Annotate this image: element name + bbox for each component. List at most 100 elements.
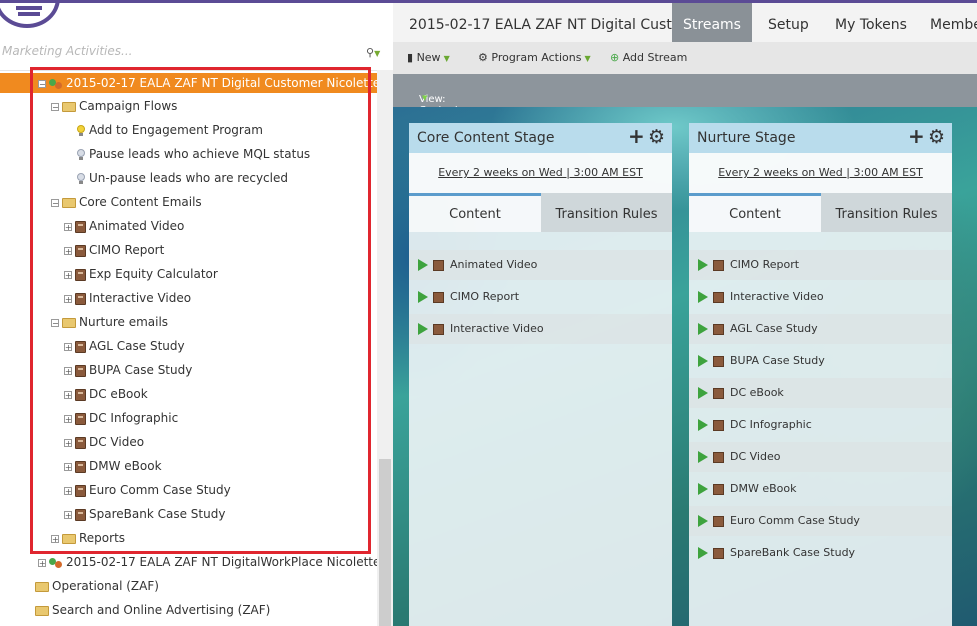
play-icon[interactable] [698, 259, 708, 271]
stream-content-label: Animated Video [450, 258, 538, 271]
tree-row[interactable]: Search and Online Advertising (ZAF) [35, 600, 270, 620]
program-actions-button[interactable]: ⚙ Program Actions ▼ [478, 51, 591, 64]
program-actions-icon: ⚙ [478, 51, 488, 64]
marketo-logo[interactable] [0, 0, 60, 28]
tree-row[interactable]: − Campaign Flows [51, 96, 177, 116]
tree-search-input[interactable]: Marketing Activities... [2, 44, 362, 58]
view-selector-bar[interactable]: View: Content▼ [393, 74, 977, 116]
stream-content-row[interactable]: BUPA Case Study [689, 346, 952, 376]
tree-row[interactable]: + Animated Video [64, 216, 184, 236]
tree-scrollbar-thumb[interactable] [379, 459, 391, 626]
expand-toggle-icon[interactable]: + [64, 510, 72, 519]
expand-toggle-icon[interactable]: + [64, 246, 72, 255]
tree-row[interactable]: + DC Video [64, 432, 144, 452]
expand-toggle-icon[interactable]: + [51, 534, 59, 543]
stream-schedule-link[interactable]: Every 2 weeks on Wed | 3:00 AM EST [409, 166, 672, 179]
tree-row-label: Reports [79, 531, 126, 545]
tab-setup[interactable]: Setup [768, 3, 809, 42]
tab-my-tokens[interactable]: My Tokens [835, 3, 907, 42]
stream-content-row[interactable]: DMW eBook [689, 474, 952, 504]
tree-row[interactable]: − Nurture emails [51, 312, 168, 332]
tree-row[interactable]: + BUPA Case Study [64, 360, 192, 380]
add-content-icon[interactable]: + [628, 126, 645, 146]
tab-program[interactable]: 2015-02-17 EALA ZAF NT Digital Custom... [409, 3, 707, 42]
play-icon[interactable] [698, 419, 708, 431]
play-icon[interactable] [698, 291, 708, 303]
stream-content-row[interactable]: DC Video [689, 442, 952, 472]
play-icon[interactable] [698, 323, 708, 335]
expand-toggle-icon[interactable]: + [64, 486, 72, 495]
tree-row[interactable]: + SpareBank Case Study [64, 504, 225, 524]
tab-transition-rules[interactable]: Transition Rules [541, 193, 672, 232]
tree-row[interactable]: + AGL Case Study [64, 336, 185, 356]
tree-row[interactable]: + DC eBook [64, 384, 148, 404]
expand-toggle-icon[interactable]: + [64, 438, 72, 447]
stream-content-row[interactable]: CIMO Report [409, 282, 672, 312]
tree-filter-button[interactable]: ⚲▼ [366, 46, 380, 59]
collapse-toggle-icon[interactable]: − [51, 198, 59, 207]
document-icon: ▮ [407, 51, 414, 64]
expand-toggle-icon[interactable]: + [64, 390, 72, 399]
add-content-icon[interactable]: + [908, 126, 925, 146]
tree-row[interactable]: − 2015-02-17 EALA ZAF NT Digital Customer… [0, 73, 388, 93]
play-icon[interactable] [698, 451, 708, 463]
tree-row[interactable]: Operational (ZAF) [35, 576, 159, 596]
tab-members[interactable]: Member [930, 3, 977, 42]
stream-content-row[interactable]: DC Infographic [689, 410, 952, 440]
stream-content-row[interactable]: Interactive Video [689, 282, 952, 312]
play-icon[interactable] [418, 259, 428, 271]
stream-content-row[interactable]: Animated Video [409, 250, 672, 280]
tree-row[interactable]: + Reports [51, 528, 125, 548]
collapse-toggle-icon[interactable]: − [51, 318, 59, 327]
stream-content-row[interactable]: Interactive Video [409, 314, 672, 344]
tree-row-label: Core Content Emails [79, 195, 202, 209]
tree-row-label: DC eBook [89, 387, 148, 401]
tree-row[interactable]: Un-pause leads who are recycled [76, 168, 288, 188]
add-stream-button[interactable]: ⊕ Add Stream [610, 51, 687, 64]
tree-row[interactable]: + Exp Equity Calculator [64, 264, 218, 284]
tree-row[interactable]: + Euro Comm Case Study [64, 480, 231, 500]
play-icon[interactable] [698, 355, 708, 367]
play-icon[interactable] [698, 483, 708, 495]
tree-row[interactable]: Add to Engagement Program [76, 120, 263, 140]
play-icon[interactable] [418, 323, 428, 335]
tree-row[interactable]: +2015-02-17 EALA ZAF NT DigitalWorkPlace… [38, 552, 388, 572]
expand-toggle-icon[interactable]: + [64, 294, 72, 303]
tab-transition-rules[interactable]: Transition Rules [821, 193, 952, 232]
new-button[interactable]: ▮ New ▼ [407, 51, 450, 64]
play-icon[interactable] [418, 291, 428, 303]
collapse-toggle-icon[interactable]: − [51, 102, 59, 111]
stream-content-row[interactable]: AGL Case Study [689, 314, 952, 344]
tree-row[interactable]: + DMW eBook [64, 456, 162, 476]
tree-row[interactable]: Pause leads who achieve MQL status [76, 144, 310, 164]
stream-content-row[interactable]: Euro Comm Case Study [689, 506, 952, 536]
tree-row-label: 2015-02-17 EALA ZAF NT Digital Customer … [66, 76, 388, 90]
expand-toggle-icon[interactable]: + [64, 414, 72, 423]
play-icon[interactable] [698, 547, 708, 559]
expand-toggle-icon[interactable]: + [64, 222, 72, 231]
collapse-toggle-icon[interactable]: − [38, 79, 46, 88]
divider [0, 70, 377, 71]
expand-toggle-icon[interactable]: + [64, 270, 72, 279]
expand-toggle-icon[interactable]: + [38, 558, 46, 567]
tab-content[interactable]: Content [689, 193, 821, 232]
tab-content[interactable]: Content [409, 193, 541, 232]
gear-icon[interactable]: ⚙ [928, 127, 945, 147]
play-icon[interactable] [698, 387, 708, 399]
pin-icon: ⚲ [366, 46, 375, 59]
stream-content-row[interactable]: CIMO Report [689, 250, 952, 280]
play-icon[interactable] [698, 515, 708, 527]
tab-streams[interactable]: Streams [672, 3, 752, 42]
stream-content-row[interactable]: SpareBank Case Study [689, 538, 952, 568]
expand-toggle-icon[interactable]: + [64, 462, 72, 471]
stream-schedule-link[interactable]: Every 2 weeks on Wed | 3:00 AM EST [689, 166, 952, 179]
gear-icon[interactable]: ⚙ [648, 127, 665, 147]
tree-row-label: Operational (ZAF) [52, 579, 159, 593]
stream-content-row[interactable]: DC eBook [689, 378, 952, 408]
expand-toggle-icon[interactable]: + [64, 342, 72, 351]
tree-row[interactable]: + Interactive Video [64, 288, 191, 308]
tree-row[interactable]: − Core Content Emails [51, 192, 202, 212]
tree-row[interactable]: + CIMO Report [64, 240, 164, 260]
expand-toggle-icon[interactable]: + [64, 366, 72, 375]
tree-row[interactable]: + DC Infographic [64, 408, 178, 428]
